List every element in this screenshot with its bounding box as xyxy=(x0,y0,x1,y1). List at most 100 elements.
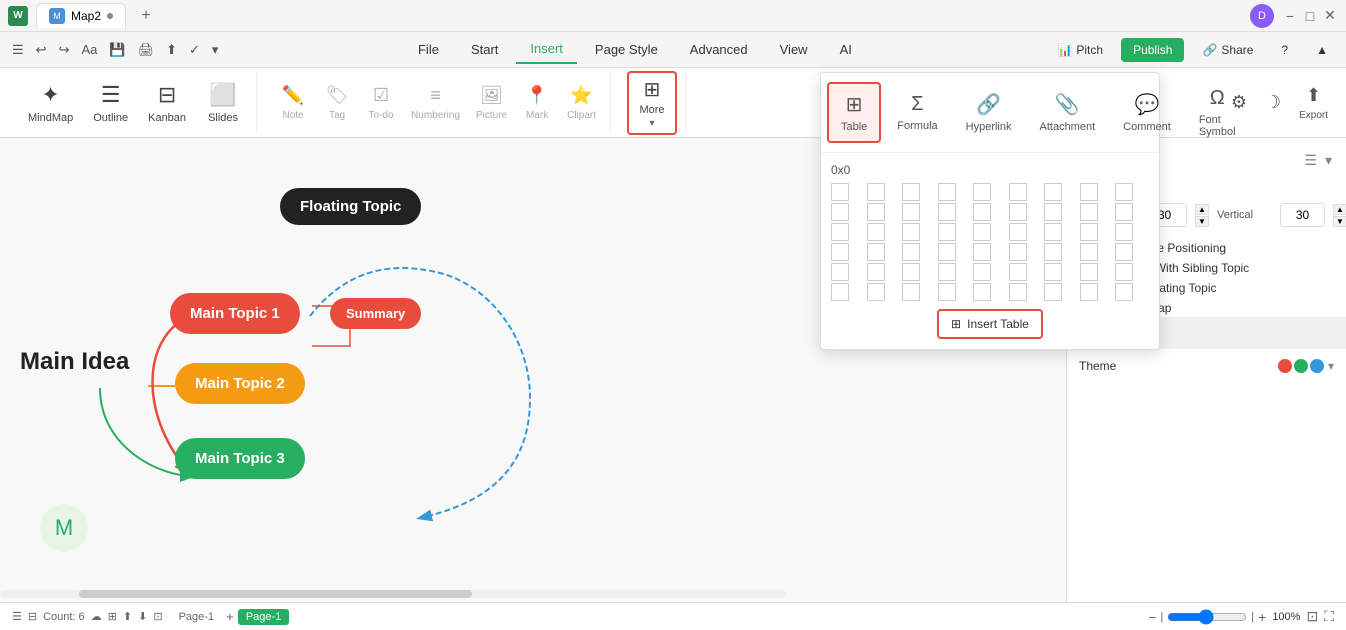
grid-cell[interactable] xyxy=(1115,223,1133,241)
numbering-tool[interactable]: ≡ Numbering xyxy=(405,81,466,125)
grid-cell[interactable] xyxy=(1009,223,1027,241)
grid-cell[interactable] xyxy=(902,263,920,281)
main-idea-node[interactable]: Main Idea xyxy=(20,348,129,376)
floating-topic-node[interactable]: Floating Topic xyxy=(280,188,421,225)
main-topic-1-node[interactable]: Main Topic 1 xyxy=(170,293,300,334)
menu-tab-view[interactable]: View xyxy=(766,36,822,63)
redo-button[interactable]: ↪ xyxy=(55,38,74,62)
page-inactive-tab[interactable]: Page-1 xyxy=(171,609,222,625)
grid-cell[interactable] xyxy=(1044,223,1062,241)
grid-cell[interactable] xyxy=(1009,263,1027,281)
grid-cell[interactable] xyxy=(1009,183,1027,201)
grid-cell[interactable] xyxy=(902,183,920,201)
grid-cell[interactable] xyxy=(867,263,885,281)
chevron-down-icon[interactable]: ▾ xyxy=(1323,150,1334,171)
minimize-button[interactable]: − xyxy=(1282,8,1298,24)
fullscreen-button[interactable]: ⛶ xyxy=(1324,608,1334,625)
undo-button[interactable]: ↩ xyxy=(32,38,51,62)
grid-cell[interactable] xyxy=(973,263,991,281)
grid-cell[interactable] xyxy=(867,243,885,261)
dropdown-arrow[interactable]: ▾ xyxy=(208,38,223,62)
zoom-out-button[interactable]: − xyxy=(1148,609,1156,625)
collab-icon[interactable]: ⊞ xyxy=(108,610,117,623)
menu-tab-ai[interactable]: AI xyxy=(826,36,866,63)
summary-badge[interactable]: Summary xyxy=(330,298,421,329)
grid-cell[interactable] xyxy=(1115,203,1133,221)
grid-cell[interactable] xyxy=(867,283,885,301)
grid-cell[interactable] xyxy=(867,203,885,221)
grid-cell[interactable] xyxy=(902,243,920,261)
grid-cell[interactable] xyxy=(938,183,956,201)
grid-cell[interactable] xyxy=(1115,283,1133,301)
fullscreen-icon[interactable]: ⊡ xyxy=(153,610,162,623)
menu-tab-page-style[interactable]: Page Style xyxy=(581,36,672,63)
list-view-button[interactable]: ☰ xyxy=(1302,150,1319,171)
grid-cell[interactable] xyxy=(831,203,849,221)
note-tool[interactable]: ✏️ Note xyxy=(273,81,313,125)
grid-cell[interactable] xyxy=(1080,223,1098,241)
publish-button[interactable]: Publish xyxy=(1121,38,1184,62)
dropdown-table-item[interactable]: ⊞ Table xyxy=(827,82,881,143)
dropdown-hyperlink-item[interactable]: 🔗 Hyperlink xyxy=(954,84,1024,141)
app-tab[interactable]: M Map2 xyxy=(36,3,126,28)
menu-tab-insert[interactable]: Insert xyxy=(516,35,577,64)
dropdown-font-symbol-item[interactable]: Ω Font Symbol xyxy=(1187,79,1248,146)
export-tool[interactable]: ⬆ Export xyxy=(1293,81,1334,125)
page-active-tab[interactable]: Page-1 xyxy=(238,609,289,625)
menu-tab-advanced[interactable]: Advanced xyxy=(676,36,762,63)
scrollbar-thumb[interactable] xyxy=(79,590,472,598)
grid-cell[interactable] xyxy=(1080,283,1098,301)
help-button[interactable]: ? xyxy=(1271,38,1298,62)
clipart-tool[interactable]: ⭐ Clipart xyxy=(561,81,602,125)
grid-cell[interactable] xyxy=(867,183,885,201)
sidebar-toggle[interactable]: ☰ xyxy=(8,38,28,62)
theme-dropdown-arrow[interactable]: ▾ xyxy=(1328,359,1334,373)
grid-cell[interactable] xyxy=(902,223,920,241)
maximize-button[interactable]: □ xyxy=(1302,8,1318,24)
grid-cell[interactable] xyxy=(831,283,849,301)
grid-cell[interactable] xyxy=(973,283,991,301)
share-button[interactable]: 🔗 Share xyxy=(1192,38,1263,62)
page-options-icon[interactable]: ☰ xyxy=(12,610,22,623)
outline-tool[interactable]: ☰ Outline xyxy=(85,76,136,130)
dropdown-comment-item[interactable]: 💬 Comment xyxy=(1111,84,1183,141)
main-topic-3-node[interactable]: Main Topic 3 xyxy=(175,438,305,479)
dropdown-attachment-item[interactable]: 📎 Attachment xyxy=(1028,84,1108,141)
grid-cell[interactable] xyxy=(1044,263,1062,281)
horizontal-down-button[interactable]: ▼ xyxy=(1195,216,1209,227)
grid-cell[interactable] xyxy=(938,203,956,221)
add-page-button[interactable]: + xyxy=(226,609,234,624)
zoom-in-button[interactable]: + xyxy=(1258,609,1266,625)
todo-tool[interactable]: ☑ To-do xyxy=(361,81,401,125)
style-button[interactable]: Aa xyxy=(77,38,101,61)
dropdown-formula-item[interactable]: Σ Formula xyxy=(885,85,949,140)
grid-cell[interactable] xyxy=(902,283,920,301)
night-mode-icon[interactable]: ☽ xyxy=(1259,86,1287,119)
export2-button[interactable]: ⬆ xyxy=(162,38,181,62)
fit-page-button[interactable]: ⊡ xyxy=(1306,608,1318,625)
grid-cell[interactable] xyxy=(831,183,849,201)
grid-cell[interactable] xyxy=(831,243,849,261)
grid-cell[interactable] xyxy=(973,223,991,241)
mindmap-tool[interactable]: ✦ MindMap xyxy=(20,76,81,130)
grid-cell[interactable] xyxy=(1044,183,1062,201)
print-button[interactable]: 🖨 xyxy=(134,38,159,62)
grid-cell[interactable] xyxy=(902,203,920,221)
grid-cell[interactable] xyxy=(1115,263,1133,281)
grid-cell[interactable] xyxy=(831,263,849,281)
zoom-slider[interactable] xyxy=(1167,609,1247,625)
horizontal-scrollbar[interactable] xyxy=(0,590,786,598)
vertical-up-button[interactable]: ▲ xyxy=(1333,204,1346,215)
grid-cell[interactable] xyxy=(1009,243,1027,261)
grid-view-icon[interactable]: ⊟ xyxy=(28,610,37,623)
share-status-icon[interactable]: ⬆ xyxy=(123,610,132,623)
mark-tool[interactable]: 📍 Mark xyxy=(517,81,557,125)
grid-cell[interactable] xyxy=(938,263,956,281)
pitch-button[interactable]: 📊 Pitch xyxy=(1047,38,1113,62)
grid-cell[interactable] xyxy=(1044,283,1062,301)
vertical-down-button[interactable]: ▼ xyxy=(1333,216,1346,227)
grid-cell[interactable] xyxy=(1044,243,1062,261)
menu-tab-start[interactable]: Start xyxy=(457,36,512,63)
grid-cell[interactable] xyxy=(938,243,956,261)
grid-cell[interactable] xyxy=(1080,243,1098,261)
